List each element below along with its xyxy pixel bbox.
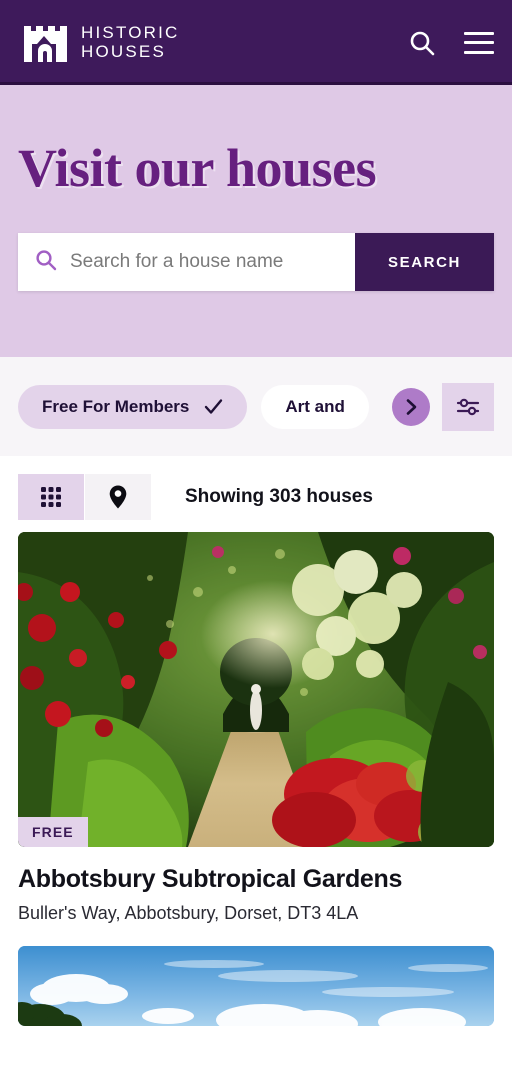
search-field-wrapper[interactable] (18, 233, 355, 291)
brand-logo-link[interactable]: HISTORIC HOUSES (22, 20, 180, 66)
listing-grid: FREE Abbotsbury Subtropical Gardens Bull… (0, 532, 512, 1026)
filter-chip-art-and[interactable]: Art and (261, 384, 369, 429)
page-title: Visit our houses (18, 138, 377, 198)
list-item[interactable]: FREE Abbotsbury Subtropical Gardens Bull… (18, 532, 494, 924)
results-bar: Showing 303 houses (0, 456, 512, 532)
brand-line-2: HOUSES (81, 41, 166, 61)
page-root: HISTORIC HOUSES Visit our houses Search … (0, 0, 512, 1068)
site-header: HISTORIC HOUSES (0, 0, 512, 85)
search-icon (34, 248, 58, 277)
status-badge: FREE (18, 817, 88, 847)
brand-wordmark: HISTORIC HOUSES (81, 23, 180, 61)
results-count-text: Showing 303 houses (185, 486, 373, 507)
listing-image[interactable] (18, 946, 494, 1026)
garden-path-photo (18, 532, 494, 847)
filter-chip-free-for-members[interactable]: Free For Members (18, 384, 248, 429)
listing-image[interactable]: FREE (18, 532, 494, 847)
filter-chip-scroller[interactable]: Free For Members Art and (18, 383, 430, 431)
hamburger-menu-icon[interactable] (464, 31, 494, 54)
list-item[interactable] (18, 946, 494, 1026)
blue-sky-photo (18, 946, 494, 1026)
header-actions (408, 29, 494, 57)
filter-chip-label: Art and (285, 396, 345, 416)
sliders-filter-icon[interactable] (442, 382, 494, 431)
castle-logo-icon (22, 20, 68, 66)
chevron-right-icon[interactable] (392, 387, 430, 426)
listing-title: Abbotsbury Subtropical Gardens (18, 865, 403, 893)
search-submit-button[interactable]: SEARCH (355, 233, 494, 291)
search-icon[interactable] (408, 29, 436, 57)
brand-line-1: HISTORIC (81, 23, 180, 43)
grid-view-icon[interactable] (18, 474, 84, 520)
hero-section: Visit our houses SEARCH (0, 85, 512, 357)
hero-search-row: SEARCH (18, 233, 494, 291)
check-icon (203, 397, 223, 417)
filter-chip-label: Free For Members (42, 396, 190, 416)
filter-bar: Free For Members Art and (0, 357, 512, 456)
map-pin-icon[interactable] (85, 474, 151, 520)
view-toggle-group (18, 474, 151, 520)
search-input[interactable] (70, 251, 339, 273)
listing-address: Buller's Way, Abbotsbury, Dorset, DT3 4L… (18, 903, 359, 923)
burger-lines (464, 31, 494, 54)
